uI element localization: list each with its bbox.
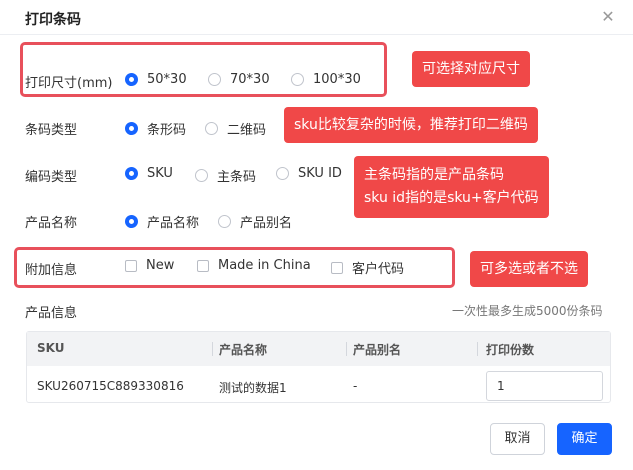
option-label: 条形码 [147, 123, 187, 138]
barcode-type-radio-qrcode[interactable]: 二维码 [205, 119, 266, 138]
print-size-label: 打印尺寸(mm) [25, 76, 113, 91]
radio-unchecked-icon [205, 122, 218, 135]
radio-checked-icon [125, 122, 138, 135]
radio-checked-icon [125, 215, 138, 228]
radio-unchecked-icon [208, 73, 221, 86]
radio-unchecked-icon [291, 73, 304, 86]
extra-info-label: 附加信息 [25, 263, 78, 278]
checkbox-icon [331, 261, 343, 274]
option-label: 产品名称 [147, 216, 200, 231]
ok-button[interactable]: 确定 [557, 423, 612, 455]
product-info-title: 产品信息 [25, 306, 78, 321]
callout-code-line-2: sku id指的是sku+客户代码 [364, 190, 539, 206]
radio-checked-icon [125, 73, 138, 86]
cell-name: 测试的数据1 [219, 381, 287, 395]
column-header-copies: 打印份数 [486, 343, 535, 357]
barcode-type-radio-barcode[interactable]: 条形码 [125, 119, 186, 138]
product-table: SKU 产品名称 产品别名 打印份数 SKU260715C889330816 测… [26, 331, 611, 403]
extra-info-checkbox-new[interactable]: New [125, 258, 174, 273]
cell-sku: SKU260715C889330816 [37, 379, 184, 393]
radio-unchecked-icon [276, 167, 289, 180]
callout-extra: 可多选或者不选 [470, 251, 588, 287]
product-name-label: 产品名称 [25, 216, 78, 231]
header-divider [0, 34, 633, 35]
column-separator [346, 342, 347, 356]
callout-code-type: 主条码指的是产品条码 sku id指的是sku+客户代码 [354, 156, 549, 218]
option-label: 二维码 [227, 123, 267, 138]
option-label: 产品别名 [240, 216, 293, 231]
radio-unchecked-icon [195, 169, 208, 182]
print-barcode-dialog: 打印条码 ✕ 打印尺寸(mm) 50*30 70*30 100*30 可选择对应… [0, 0, 633, 470]
callout-size: 可选择对应尺寸 [412, 51, 530, 87]
extra-info-checkbox-customer-code[interactable]: 客户代码 [331, 258, 404, 277]
copies-input[interactable]: 1 [486, 371, 603, 401]
option-label: Made in China [218, 258, 311, 273]
column-header-name: 产品名称 [219, 343, 268, 357]
option-label: New [146, 258, 175, 273]
cancel-button[interactable]: 取消 [490, 423, 545, 455]
code-type-radio-main-barcode[interactable]: 主条码 [195, 166, 256, 185]
product-name-radio-alias[interactable]: 产品别名 [218, 212, 292, 231]
option-label: 主条码 [217, 170, 257, 185]
print-size-radio-70x30[interactable]: 70*30 [208, 72, 270, 87]
option-label: 客户代码 [352, 262, 405, 277]
option-label: SKU ID [298, 166, 342, 181]
column-header-sku: SKU [37, 341, 65, 355]
radio-unchecked-icon [218, 215, 231, 228]
product-name-radio-name[interactable]: 产品名称 [125, 212, 199, 231]
option-label: 50*30 [147, 72, 187, 87]
column-header-alias: 产品别名 [353, 343, 402, 357]
print-size-radio-100x30[interactable]: 100*30 [291, 72, 361, 87]
barcode-type-label: 条码类型 [25, 123, 78, 138]
table-header: SKU 产品名称 产品别名 打印份数 [27, 332, 610, 366]
option-label: 70*30 [230, 72, 270, 87]
cell-alias: - [353, 379, 358, 393]
code-type-radio-sku-id[interactable]: SKU ID [276, 166, 342, 181]
code-type-radio-sku[interactable]: SKU [125, 166, 173, 181]
radio-checked-icon [125, 167, 138, 180]
option-label: 100*30 [313, 72, 361, 87]
checkbox-icon [125, 259, 137, 272]
dialog-title: 打印条码 [25, 12, 81, 28]
product-info-hint: 一次性最多生成5000份条码 [452, 304, 603, 318]
code-type-label: 编码类型 [25, 170, 78, 185]
callout-code-line-1: 主条码指的是产品条码 [364, 167, 504, 183]
column-separator [212, 342, 213, 356]
option-label: SKU [147, 166, 173, 181]
column-separator [477, 342, 478, 356]
close-icon[interactable]: ✕ [600, 8, 616, 26]
extra-info-checkbox-made-in-china[interactable]: Made in China [197, 258, 311, 273]
callout-barcode: sku比较复杂的时候，推荐打印二维码 [284, 107, 538, 143]
checkbox-icon [197, 259, 209, 272]
print-size-radio-50x30[interactable]: 50*30 [125, 72, 187, 87]
